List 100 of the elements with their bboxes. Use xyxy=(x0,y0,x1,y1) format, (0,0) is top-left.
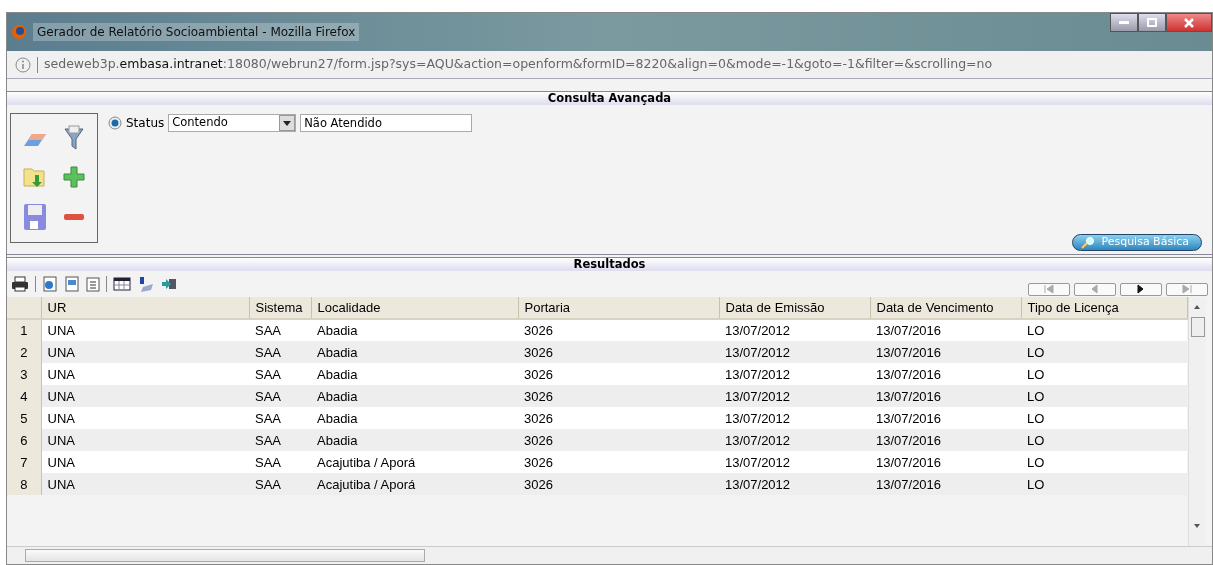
info-icon xyxy=(15,56,31,73)
table-cell: LO xyxy=(1021,407,1187,429)
table-cell: UNA xyxy=(41,319,249,341)
magnifier-icon xyxy=(1081,236,1096,249)
scrollbar-thumb[interactable] xyxy=(25,549,425,562)
table-cell: 13/07/2016 xyxy=(870,363,1021,385)
notepad-icon[interactable] xyxy=(86,276,100,292)
dropdown-arrow-icon xyxy=(283,120,292,126)
folder-arrow-icon[interactable] xyxy=(22,166,47,188)
table-cell: Acajutiba / Aporá xyxy=(311,451,518,473)
table-cell: LO xyxy=(1021,451,1187,473)
row-number: 7 xyxy=(7,451,41,473)
column-header[interactable]: UR xyxy=(41,297,249,319)
table-cell: Abadia xyxy=(311,341,518,363)
table-icon[interactable] xyxy=(113,277,131,291)
table-cell: 3026 xyxy=(518,473,719,495)
table-cell: 3026 xyxy=(518,407,719,429)
table-cell: 3026 xyxy=(518,363,719,385)
column-header[interactable]: Portaria xyxy=(518,297,719,319)
table-cell: Acajutiba / Aporá xyxy=(311,473,518,495)
table-cell: LO xyxy=(1021,385,1187,407)
table-cell: 13/07/2012 xyxy=(719,407,870,429)
table-cell: SAA xyxy=(249,385,311,407)
table-cell: LO xyxy=(1021,363,1187,385)
scrollbar-thumb[interactable] xyxy=(1190,317,1205,337)
table-cell: 13/07/2016 xyxy=(870,341,1021,363)
table-cell: SAA xyxy=(249,473,311,495)
table-cell: Abadia xyxy=(311,407,518,429)
table-cell: 3026 xyxy=(518,319,719,341)
maximize-button[interactable] xyxy=(1138,13,1166,32)
table-cell: UNA xyxy=(41,407,249,429)
table-cell: Abadia xyxy=(311,385,518,407)
table-cell: UNA xyxy=(41,451,249,473)
table-cell: 3026 xyxy=(518,385,719,407)
export-icon[interactable] xyxy=(161,277,177,291)
table-cell: SAA xyxy=(249,407,311,429)
sort-icon[interactable] xyxy=(137,275,155,293)
table-cell: 13/07/2016 xyxy=(870,473,1021,495)
table-cell: 13/07/2012 xyxy=(719,341,870,363)
close-button[interactable] xyxy=(1166,13,1212,32)
column-header[interactable]: Data de Vencimento xyxy=(870,297,1021,319)
browser-logo-icon xyxy=(11,24,27,40)
window-title: Gerador de Relatório Socioambiental - Mozilla Firefox xyxy=(33,23,360,41)
table-cell: 13/07/2012 xyxy=(719,363,870,385)
table-cell: 13/07/2016 xyxy=(870,385,1021,407)
table-cell: Abadia xyxy=(311,363,518,385)
table-cell: 3026 xyxy=(518,451,719,473)
table-cell: LO xyxy=(1021,341,1187,363)
column-header[interactable]: Data de Emissão xyxy=(719,297,870,319)
web-document-icon[interactable] xyxy=(42,276,58,292)
table-cell: 3026 xyxy=(518,341,719,363)
prev-page-icon xyxy=(1089,284,1101,294)
printer-icon[interactable] xyxy=(11,276,29,292)
minimize-icon xyxy=(1119,20,1129,25)
row-number: 8 xyxy=(7,473,41,495)
table-cell: UNA xyxy=(41,429,249,451)
horizontal-scrollbar[interactable] xyxy=(7,546,1212,564)
pager-button[interactable] xyxy=(1120,282,1162,296)
table-cell: UNA xyxy=(41,341,249,363)
table-cell: 13/07/2012 xyxy=(719,429,870,451)
table-cell: SAA xyxy=(249,341,311,363)
section-header: Resultados xyxy=(7,257,1212,271)
address-url[interactable]: sedeweb3p.embasa.intranet:18080/webrun27/form.jsp?sys=AQU&action=openform&formID=8220&align=0&mode=-1&goto=-1&filter=&scrolling=no xyxy=(44,55,993,74)
row-number: 5 xyxy=(7,407,41,429)
table-cell: SAA xyxy=(249,429,311,451)
table-cell: 13/07/2016 xyxy=(870,451,1021,473)
table-cell: 13/07/2012 xyxy=(719,319,870,341)
table-cell: LO xyxy=(1021,319,1187,341)
value-field[interactable]: Não Atendido xyxy=(300,114,473,132)
table-cell: UNA xyxy=(41,473,249,495)
minus-icon[interactable] xyxy=(62,212,85,221)
close-icon xyxy=(1184,17,1194,28)
row-number: 3 xyxy=(7,363,41,385)
table-cell: LO xyxy=(1021,473,1187,495)
xml-document-icon[interactable] xyxy=(64,276,80,292)
table-cell: LO xyxy=(1021,429,1187,451)
maximize-icon xyxy=(1147,18,1157,27)
table-cell: 13/07/2012 xyxy=(719,385,870,407)
column-header[interactable]: Localidade xyxy=(311,297,518,319)
minimize-button[interactable] xyxy=(1110,13,1138,32)
table-cell: 13/07/2016 xyxy=(870,429,1021,451)
table-cell: Abadia xyxy=(311,319,518,341)
table-cell: 13/07/2012 xyxy=(719,451,870,473)
section-header: Consulta Avançada xyxy=(7,91,1212,105)
filter-label: Status xyxy=(126,115,165,132)
table-cell: SAA xyxy=(249,319,311,341)
table-cell: UNA xyxy=(41,385,249,407)
first-page-icon xyxy=(1043,284,1055,294)
table-cell: 3026 xyxy=(518,429,719,451)
radio-button[interactable] xyxy=(108,116,122,130)
funnel-icon[interactable] xyxy=(62,125,85,152)
plus-icon[interactable] xyxy=(62,166,85,188)
table-cell: SAA xyxy=(249,363,311,385)
table-cell: UNA xyxy=(41,363,249,385)
row-number: 2 xyxy=(7,341,41,363)
operator-dropdown[interactable]: Contendo xyxy=(168,114,297,132)
column-header[interactable]: Sistema xyxy=(249,297,311,319)
row-number: 6 xyxy=(7,429,41,451)
table-cell: SAA xyxy=(249,451,311,473)
column-header[interactable]: Tipo de Licença xyxy=(1021,297,1187,319)
